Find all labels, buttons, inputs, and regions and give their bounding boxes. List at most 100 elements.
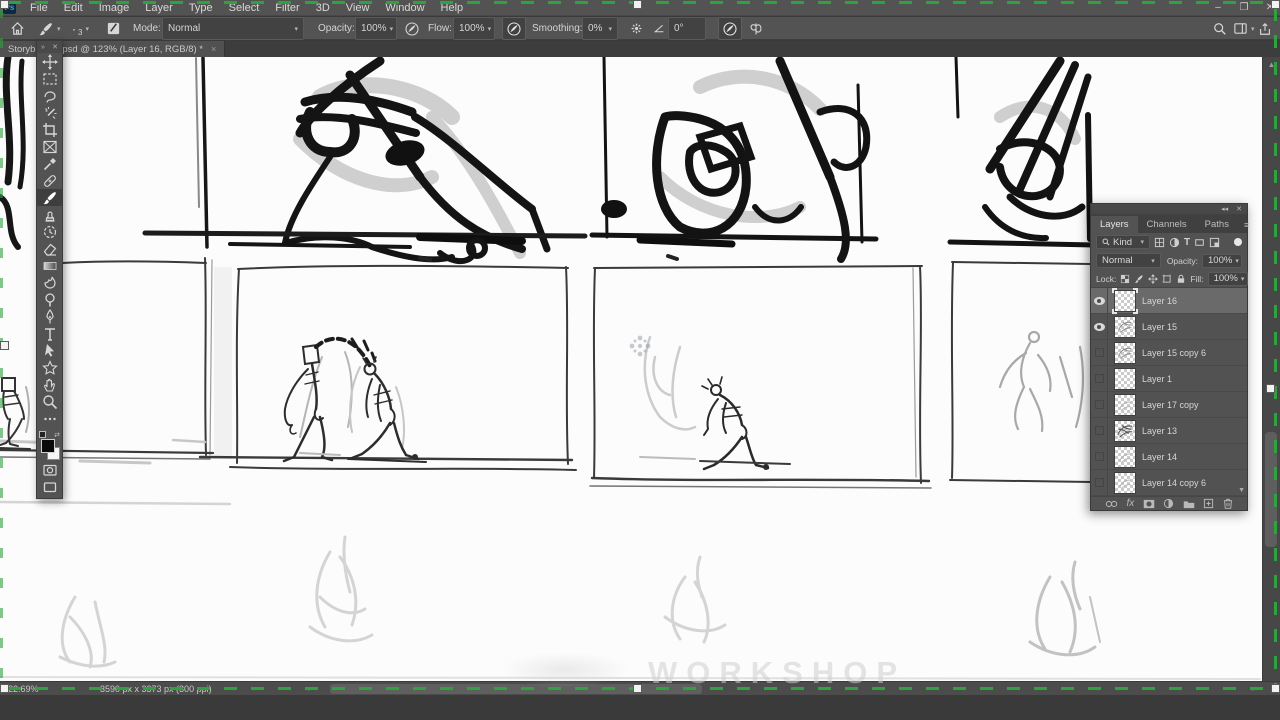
layer-row[interactable]: Layer 14: [1091, 444, 1247, 470]
layer-fill-select[interactable]: 100%▾: [1208, 272, 1248, 286]
tool-crop[interactable]: [37, 121, 62, 138]
capture-handle-bottom-center[interactable]: [633, 684, 642, 693]
layer-row[interactable]: Layer 14 copy 6: [1091, 470, 1247, 496]
brush-tool-preset-icon[interactable]: ▾: [38, 17, 61, 40]
tool-screen-mode[interactable]: [37, 478, 62, 495]
menu-type[interactable]: Type: [181, 0, 221, 16]
default-colors-icon[interactable]: [39, 431, 46, 438]
menu-window[interactable]: Window: [377, 0, 432, 16]
lock-transparency-icon[interactable]: [1120, 274, 1130, 284]
layer-visibility-empty[interactable]: [1091, 392, 1108, 417]
pressure-size-toggle-icon[interactable]: [718, 17, 742, 40]
layer-name[interactable]: Layer 15: [1142, 322, 1177, 332]
horizontal-scrollbar-thumb[interactable]: [330, 684, 702, 694]
scroll-up-icon[interactable]: ▲: [1263, 60, 1280, 69]
layer-thumbnail[interactable]: [1114, 290, 1136, 312]
tool-custom-shape[interactable]: [37, 359, 62, 376]
layer-name[interactable]: Layer 16: [1142, 296, 1177, 306]
workspace-switcher-icon[interactable]: ▾: [1233, 17, 1255, 40]
layer-row[interactable]: Layer 17 copy: [1091, 392, 1247, 418]
layer-name[interactable]: Layer 17 copy: [1142, 400, 1199, 410]
scroll-right-icon[interactable]: ›: [1252, 684, 1255, 693]
opacity-pressure-icon[interactable]: [404, 17, 420, 40]
zoom-level[interactable]: 22.69%: [8, 684, 39, 694]
filter-type-layers-icon[interactable]: T: [1184, 237, 1190, 248]
tool-edit-toolbar[interactable]: [37, 410, 62, 427]
layer-thumbnail[interactable]: [1114, 446, 1136, 468]
layer-visibility-empty[interactable]: [1091, 470, 1108, 495]
blend-mode-select[interactable]: Normal▾: [162, 17, 304, 40]
layer-visibility-empty[interactable]: [1091, 366, 1108, 391]
tool-lasso[interactable]: [37, 87, 62, 104]
layer-visibility-eye-icon[interactable]: [1091, 314, 1108, 339]
flow-select[interactable]: 100%▾: [453, 17, 495, 40]
brush-settings-panel-toggle-icon[interactable]: [106, 17, 121, 40]
close-panel-icon[interactable]: ✕: [1236, 205, 1242, 213]
tool-move[interactable]: [37, 53, 62, 70]
document-tab[interactable]: Storyboard2.psd @ 123% (Layer 16, RGB/8)…: [0, 41, 225, 57]
tool-eyedropper[interactable]: [37, 155, 62, 172]
swap-colors-icon[interactable]: ⇄: [54, 431, 60, 439]
search-icon[interactable]: [1213, 17, 1227, 40]
tool-history-brush[interactable]: [37, 223, 62, 240]
layer-name[interactable]: Layer 13: [1142, 426, 1177, 436]
layer-blend-mode-select[interactable]: Normal▾: [1096, 253, 1161, 268]
layer-row[interactable]: Layer 13: [1091, 418, 1247, 444]
layer-row[interactable]: Layer 16: [1091, 288, 1247, 314]
collapse-panel-icon[interactable]: ◂◂: [1221, 205, 1228, 213]
brush-size-preview[interactable]: · 3 ▾: [72, 17, 89, 40]
smoothing-options-gear-icon[interactable]: [630, 17, 643, 40]
list-scroll-down-icon[interactable]: ▼: [1238, 487, 1245, 494]
capture-handle-top-right[interactable]: [1271, 0, 1280, 9]
opacity-select[interactable]: 100%▾: [355, 17, 397, 40]
menu-help[interactable]: Help: [433, 0, 472, 16]
menu-filter[interactable]: Filter: [267, 0, 307, 16]
layer-visibility-empty[interactable]: [1091, 340, 1108, 365]
status-expand-icon[interactable]: ›: [308, 684, 311, 693]
capture-handle-left-middle[interactable]: [0, 341, 9, 350]
tool-hand[interactable]: [37, 376, 62, 393]
menu-3d[interactable]: 3D: [308, 0, 338, 16]
menu-image[interactable]: Image: [91, 0, 138, 16]
tool-pen[interactable]: [37, 308, 62, 325]
tool-frame[interactable]: [37, 138, 62, 155]
layer-name[interactable]: Layer 14: [1142, 452, 1177, 462]
layer-name[interactable]: Layer 15 copy 6: [1142, 348, 1206, 358]
new-adjustment-layer-icon[interactable]: [1163, 498, 1174, 509]
capture-handle-top-left[interactable]: [0, 0, 9, 9]
close-panel-icon[interactable]: ✕: [52, 43, 58, 51]
lock-pixels-brush-icon[interactable]: [1134, 274, 1144, 284]
add-layer-mask-icon[interactable]: [1143, 499, 1155, 509]
menu-select[interactable]: Select: [221, 0, 268, 16]
panel-menu-icon[interactable]: ≡: [1238, 220, 1255, 233]
layer-visibility-empty[interactable]: [1091, 418, 1108, 443]
lock-artboard-icon[interactable]: [1162, 274, 1172, 284]
tool-magic-wand[interactable]: [37, 104, 62, 121]
vertical-scrollbar[interactable]: ▲: [1262, 57, 1280, 681]
airbrush-toggle-icon[interactable]: [502, 17, 526, 40]
filter-pixel-layers-icon[interactable]: [1154, 237, 1165, 248]
home-icon[interactable]: [10, 17, 25, 40]
capture-handle-top-center[interactable]: [633, 0, 642, 9]
layer-name[interactable]: Layer 14 copy 6: [1142, 478, 1206, 488]
symmetry-butterfly-icon[interactable]: [748, 17, 764, 40]
tool-eraser[interactable]: [37, 240, 62, 257]
brush-angle-field[interactable]: 0°: [668, 17, 706, 40]
smoothing-select[interactable]: 0%▾: [582, 17, 618, 40]
new-layer-icon[interactable]: [1203, 498, 1214, 509]
layer-filter-select[interactable]: Kind ▾: [1096, 235, 1150, 249]
foreground-color-swatch[interactable]: [41, 439, 55, 453]
filter-on-off-toggle[interactable]: [1234, 238, 1242, 246]
lock-all-padlock-icon[interactable]: [1176, 274, 1186, 284]
collapse-panel-icon[interactable]: »: [41, 44, 45, 51]
tool-rectangular-marquee[interactable]: [37, 70, 62, 87]
new-group-icon[interactable]: [1183, 499, 1195, 509]
tool-brush[interactable]: [37, 189, 62, 206]
capture-handle-bottom-left[interactable]: [0, 684, 9, 693]
layer-row[interactable]: Layer 15 copy 6: [1091, 340, 1247, 366]
tool-spot-healing[interactable]: [37, 172, 62, 189]
layer-thumbnail[interactable]: [1114, 472, 1136, 494]
capture-handle-bottom-right[interactable]: [1271, 684, 1280, 693]
tab-layers[interactable]: Layers: [1091, 216, 1138, 233]
menu-file[interactable]: File: [22, 0, 56, 16]
